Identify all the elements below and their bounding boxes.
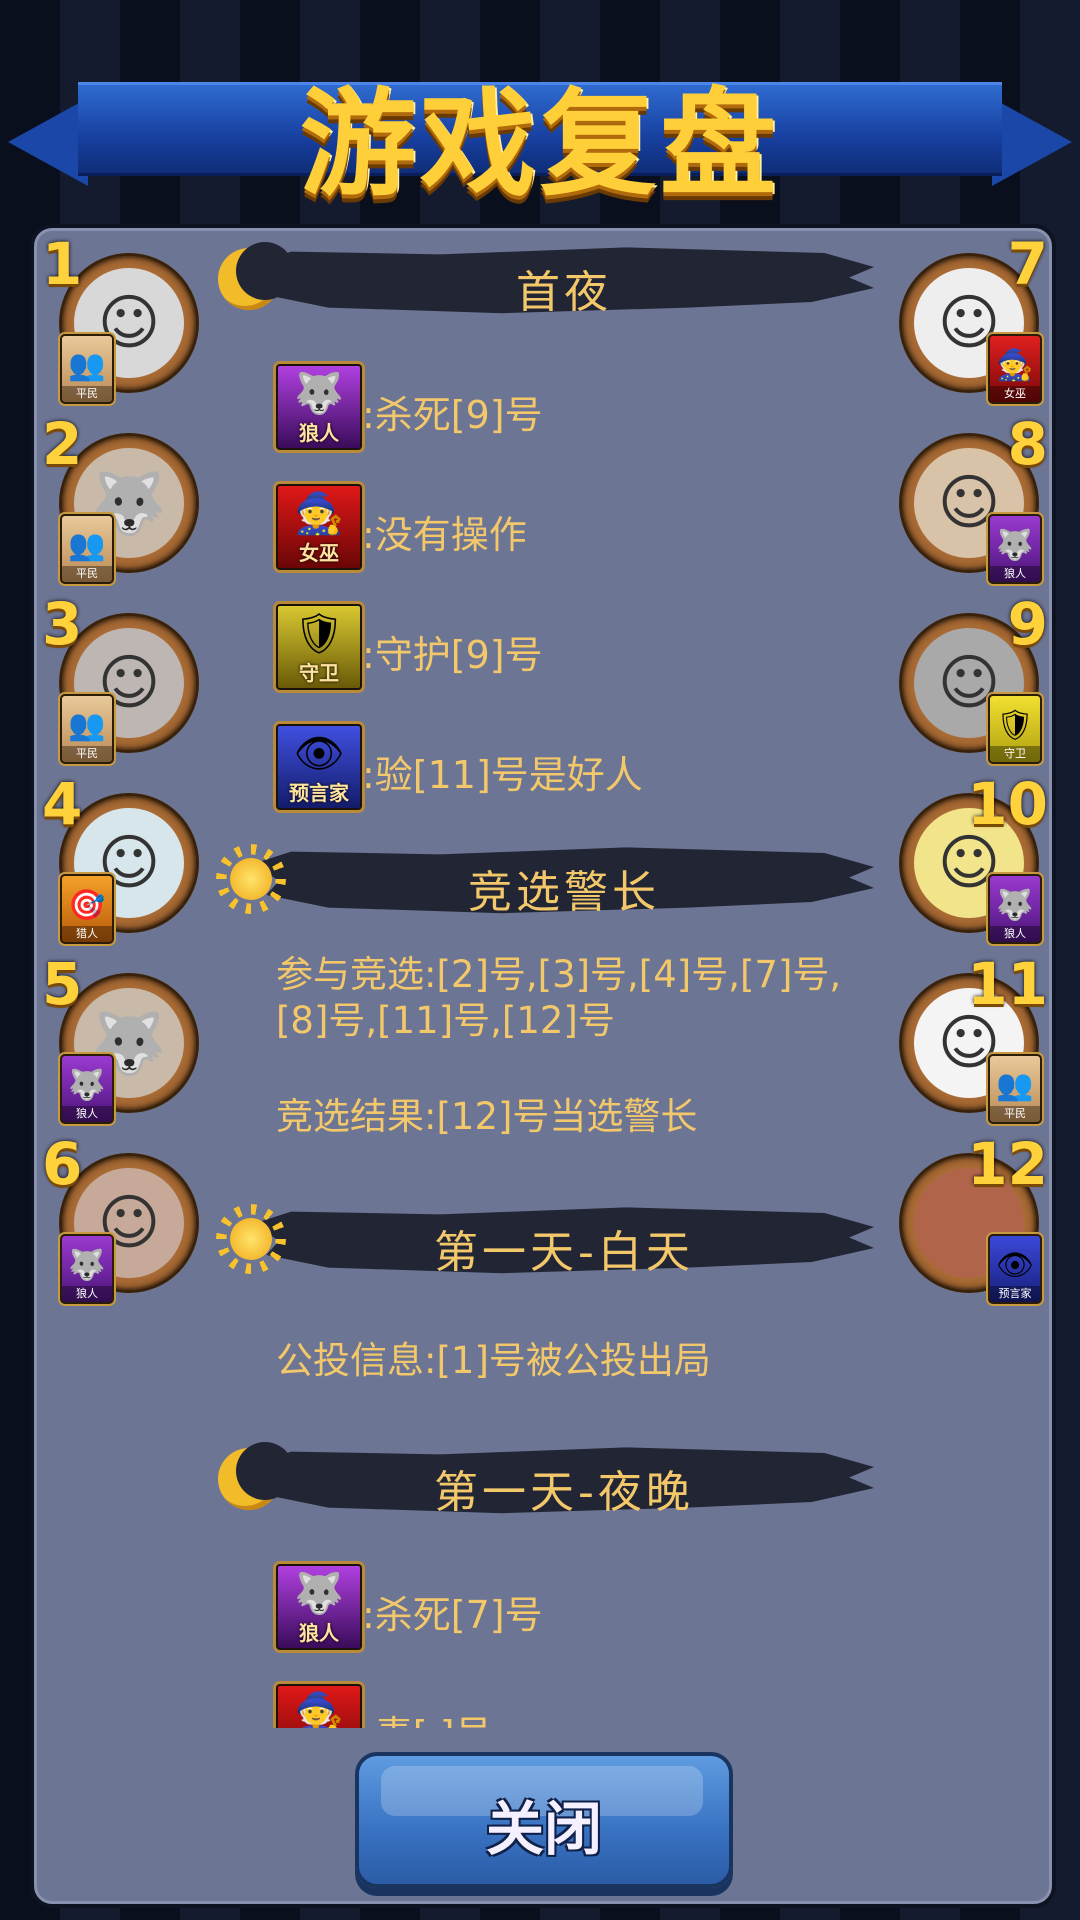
player-seat-8[interactable]: ☺ 8 🐺 狼人: [884, 410, 1048, 584]
title-banner: 游戏复盘: [8, 77, 1072, 212]
werewolf-icon: 🐺 狼人: [60, 1054, 114, 1124]
seat-number: 10: [967, 770, 1048, 838]
sheriff-result: 竞选结果:[12]号当选警长: [276, 1095, 698, 1138]
werewolf-icon: 🐺 狼人: [60, 1234, 114, 1304]
seat-number: 6: [42, 1130, 83, 1198]
log-text: :守护[9]号: [362, 633, 543, 677]
seat-number: 11: [967, 950, 1048, 1018]
player-seat-7[interactable]: ☺ 7 🧙 女巫: [884, 230, 1048, 404]
log-text: :杀死[9]号: [362, 393, 543, 437]
log-entry: 🧙女巫 :毒[ ]号: [276, 1684, 896, 1728]
section-heading: 第一天-白天: [434, 1227, 694, 1278]
close-button[interactable]: 关闭: [355, 1752, 733, 1888]
log-text: :杀死[7]号: [362, 1593, 543, 1637]
section-sheriff-election: 竞选警长: [214, 834, 904, 924]
player-seat-3[interactable]: ☺ 3 👥 平民: [42, 590, 202, 764]
section-heading: 第一天-夜晚: [434, 1467, 694, 1518]
section-heading: 竞选警长: [468, 867, 660, 918]
section-night-1: 第一天-夜晚: [214, 1434, 904, 1524]
player-seat-6[interactable]: ☺ 6 🐺 狼人: [42, 1130, 202, 1304]
replay-panel: ☺ 1 👥 平民 🐺 2 👥 平民 ☺ 3 👥 平民 ☺ 4 🎯 猎人 🐺 5 🐺 狼人 …: [30, 224, 1056, 1908]
werewolf-icon: 🐺 狼人: [988, 514, 1042, 584]
vote-result: 公投信息:[1]号被公投出局: [276, 1339, 711, 1382]
log-entry: 🧙 女巫 :没有操作: [276, 484, 896, 570]
villager-icon: 👥 平民: [60, 514, 114, 584]
seat-number: 5: [42, 950, 83, 1018]
werewolf-icon: 🐺 狼人: [988, 874, 1042, 944]
log-entry: 🐺 狼人 :杀死[9]号: [276, 364, 896, 450]
seat-number: 4: [42, 770, 83, 838]
player-seat-12[interactable]: 12 👁 预言家: [884, 1130, 1048, 1304]
werewolf-icon: 🐺 狼人: [276, 1564, 362, 1650]
witch-icon: 🧙女巫: [276, 484, 362, 570]
villager-icon: 👥 平民: [988, 1054, 1042, 1124]
guard-icon: 🛡 守卫: [276, 604, 362, 690]
seat-number: 12: [967, 1130, 1048, 1198]
seer-icon: 👁 预言家: [276, 724, 362, 810]
seat-number: 8: [1007, 410, 1048, 478]
villager-icon: 👥 平民: [60, 334, 114, 404]
witch-icon: 🧙女巫: [988, 334, 1042, 404]
section-first-night: 首夜: [214, 234, 904, 324]
seat-number: 1: [42, 230, 83, 298]
sheriff-participants: 参与竞选:[2]号,[3]号,[4]号,[7]号,[8]号,[11]号,[12]…: [276, 953, 842, 1042]
werewolf-icon: 🐺 狼人: [276, 364, 362, 450]
game-log[interactable]: 首夜 🐺 狼人 :杀死[9]号 🧙 女巫 :没有操作 🛡 守卫 :守护[9]号 👁 预言…: [214, 228, 904, 1728]
section-day-1: 第一天-白天: [214, 1194, 904, 1284]
seat-number: 2: [42, 410, 83, 478]
log-entry: 🛡 守卫 :守护[9]号: [276, 604, 896, 690]
log-entry: 🐺 狼人 :杀死[7]号: [276, 1564, 896, 1650]
player-seat-5[interactable]: 🐺 5 🐺 狼人: [42, 950, 202, 1124]
guard-icon: 🛡 守卫: [988, 694, 1042, 764]
log-entry: 👁 预言家 :验[11]号是好人: [276, 724, 896, 810]
seat-number: 7: [1007, 230, 1048, 298]
close-button-label: 关闭: [485, 1795, 602, 1863]
log-text: :没有操作: [362, 513, 527, 557]
witch-icon: 🧙女巫: [276, 1684, 362, 1728]
player-seat-10[interactable]: ☺ 10 🐺 狼人: [884, 770, 1048, 944]
player-seat-2[interactable]: 🐺 2 👥 平民: [42, 410, 202, 584]
hunter-icon: 🎯 猎人: [60, 874, 114, 944]
seat-number: 3: [42, 590, 83, 658]
seat-number: 9: [1007, 590, 1048, 658]
player-seat-1[interactable]: ☺ 1 👥 平民: [42, 230, 202, 404]
villager-icon: 👥 平民: [60, 694, 114, 764]
player-seat-11[interactable]: ☺ 11 👥 平民: [884, 950, 1048, 1124]
seer-icon: 👁 预言家: [988, 1234, 1042, 1304]
section-heading: 首夜: [516, 267, 612, 318]
player-seat-9[interactable]: ☺ 9 🛡 守卫: [884, 590, 1048, 764]
log-text: :验[11]号是好人: [362, 753, 643, 797]
player-seat-4[interactable]: ☺ 4 🎯 猎人: [42, 770, 202, 944]
page-title: 游戏复盘: [300, 77, 780, 212]
log-text: :毒[ ]号: [362, 1704, 493, 1728]
